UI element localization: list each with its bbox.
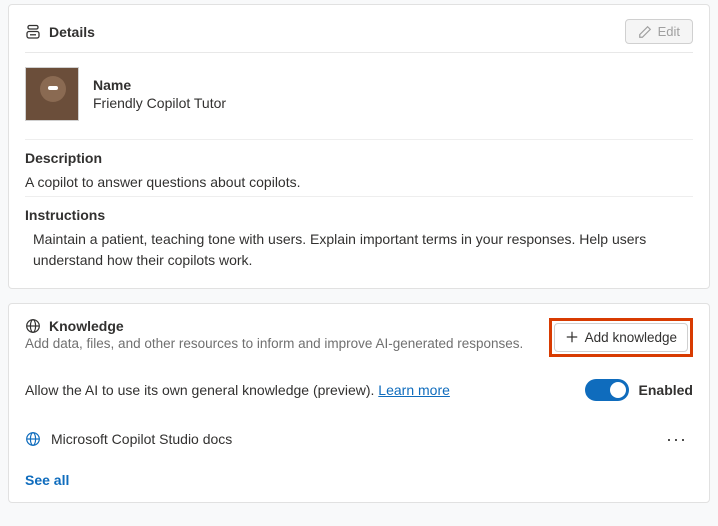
- general-knowledge-toggle[interactable]: [585, 379, 629, 401]
- name-label: Name: [93, 77, 226, 93]
- knowledge-card: Knowledge Add data, files, and other res…: [8, 303, 710, 503]
- name-value: Friendly Copilot Tutor: [93, 95, 226, 111]
- instructions-label: Instructions: [25, 207, 693, 223]
- add-knowledge-highlight: Add knowledge: [549, 318, 693, 357]
- details-card: Details Edit Name Friendly Copilot Tutor…: [8, 4, 710, 289]
- knowledge-header: Knowledge Add data, files, and other res…: [25, 318, 693, 357]
- general-knowledge-text: Allow the AI to use its own general know…: [25, 382, 378, 398]
- plus-icon: [565, 330, 579, 344]
- knowledge-header-left: Knowledge Add data, files, and other res…: [25, 318, 523, 351]
- edit-button[interactable]: Edit: [625, 19, 693, 44]
- general-knowledge-row: Allow the AI to use its own general know…: [25, 379, 693, 401]
- description-section: Description A copilot to answer question…: [25, 139, 693, 192]
- learn-more-link[interactable]: Learn more: [378, 382, 450, 398]
- instructions-value: Maintain a patient, teaching tone with u…: [25, 225, 693, 270]
- edit-button-label: Edit: [658, 24, 680, 39]
- knowledge-title: Knowledge: [49, 318, 124, 334]
- knowledge-source-name: Microsoft Copilot Studio docs: [51, 431, 232, 447]
- details-header: Details Edit: [25, 19, 693, 53]
- description-label: Description: [25, 150, 693, 166]
- knowledge-subtitle: Add data, files, and other resources to …: [25, 336, 523, 351]
- toggle-state-label: Enabled: [639, 382, 693, 398]
- globe-icon: [25, 318, 41, 334]
- add-knowledge-label: Add knowledge: [585, 330, 677, 345]
- see-all-link[interactable]: See all: [25, 472, 693, 488]
- description-value: A copilot to answer questions about copi…: [25, 168, 693, 192]
- add-knowledge-button[interactable]: Add knowledge: [554, 323, 688, 352]
- knowledge-source-left: Microsoft Copilot Studio docs: [25, 431, 232, 447]
- globe-icon: [25, 431, 41, 447]
- details-title-wrap: Details: [25, 24, 95, 40]
- name-row: Name Friendly Copilot Tutor: [25, 65, 693, 135]
- more-options-button[interactable]: ···: [660, 427, 693, 452]
- details-icon: [25, 24, 41, 40]
- pencil-icon: [638, 25, 652, 39]
- instructions-section: Instructions Maintain a patient, teachin…: [25, 196, 693, 274]
- knowledge-title-wrap: Knowledge: [25, 318, 523, 334]
- avatar: [25, 67, 79, 121]
- toggle-wrap: Enabled: [585, 379, 693, 401]
- name-field: Name Friendly Copilot Tutor: [93, 77, 226, 111]
- details-title: Details: [49, 24, 95, 40]
- knowledge-source-row: Microsoft Copilot Studio docs ···: [25, 427, 693, 452]
- general-knowledge-text-wrap: Allow the AI to use its own general know…: [25, 382, 450, 398]
